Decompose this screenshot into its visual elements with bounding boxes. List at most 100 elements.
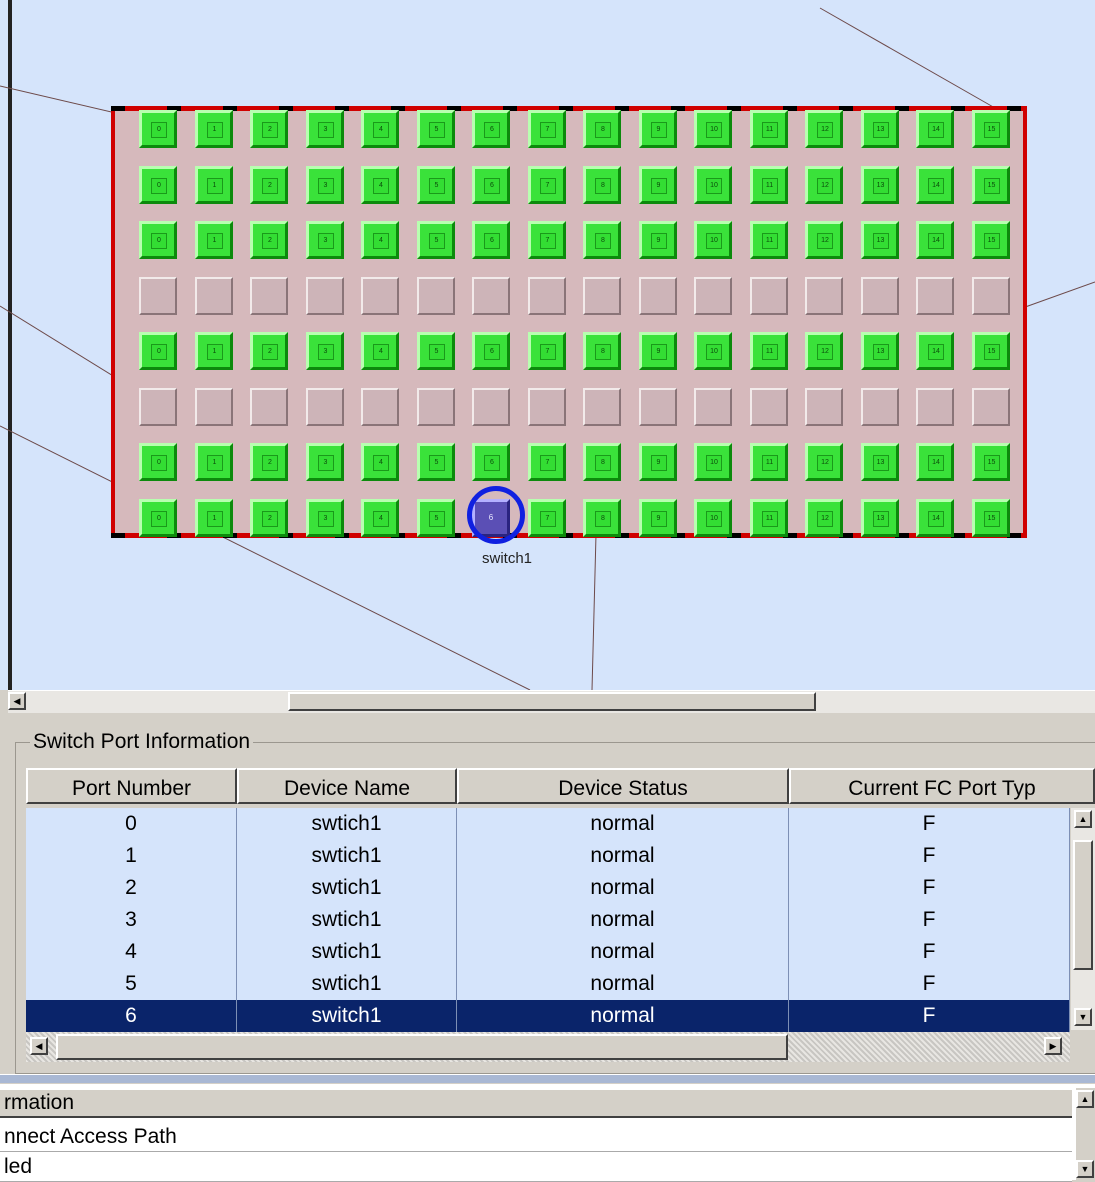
switch-port[interactable]: 5 [416,110,455,148]
switch-port[interactable]: 9 [638,110,677,148]
switch-port[interactable]: 2 [250,332,288,370]
empty-port-slot[interactable] [139,276,177,315]
switch-port[interactable]: 1 [194,332,233,370]
switch-port[interactable]: 12 [805,165,843,204]
switch-port[interactable]: 4 [361,332,399,370]
switch-port[interactable]: 13 [860,165,899,204]
switch-port[interactable]: 9 [638,443,677,481]
switch-port[interactable]: 7 [527,165,566,204]
switch-port[interactable]: 9 [638,498,677,537]
empty-port-slot[interactable] [472,276,510,315]
switch-port[interactable]: 15 [971,443,1010,481]
empty-port-slot[interactable] [472,387,510,426]
info-row[interactable]: nnect Access Path [0,1122,1072,1152]
switch-port[interactable]: 13 [860,221,899,259]
switch-port[interactable]: 9 [638,221,677,259]
empty-port-slot[interactable] [250,387,288,426]
table-horizontal-scrollbar[interactable]: ◀ ▶ [26,1032,1070,1062]
switch-port[interactable]: 8 [583,332,621,370]
empty-port-slot[interactable] [971,387,1010,426]
switch-port[interactable]: 14 [916,165,954,204]
canvas-horizontal-scrollbar[interactable]: ◀ [8,690,1095,713]
switch-port[interactable]: 7 [527,221,566,259]
switch-port[interactable]: 5 [416,221,455,259]
switch-port[interactable]: 15 [971,110,1010,148]
switch-port[interactable]: 2 [250,221,288,259]
table-row[interactable]: 5 swtich1 normal F [26,968,1070,1001]
table-row[interactable]: 4 swtich1 normal F [26,936,1070,969]
empty-port-slot[interactable] [916,387,954,426]
switch-port[interactable]: 9 [638,165,677,204]
switch-port[interactable]: 5 [416,498,455,537]
empty-port-slot[interactable] [583,387,621,426]
scroll-left-icon[interactable]: ◀ [8,692,26,710]
switch-port[interactable]: 11 [749,498,788,537]
switch-port[interactable]: 11 [749,165,788,204]
empty-port-slot[interactable] [305,387,344,426]
scroll-up-icon[interactable]: ▲ [1074,810,1092,828]
switch-port[interactable]: 14 [916,498,954,537]
canvas-scroll-thumb[interactable] [288,692,816,711]
empty-port-slot[interactable] [527,276,566,315]
switch-port[interactable]: 8 [583,443,621,481]
switch-port[interactable]: 4 [361,498,399,537]
switch-port[interactable]: 1 [194,165,233,204]
table-row[interactable]: 6 switch1 normal F [26,1000,1070,1033]
switch-port[interactable]: 0 [139,165,177,204]
switch-port[interactable]: 12 [805,498,843,537]
switch-port[interactable]: 2 [250,443,288,481]
empty-port-slot[interactable] [694,387,732,426]
info-vertical-scrollbar[interactable]: ▲ ▼ [1076,1088,1095,1180]
switch-port[interactable]: 10 [694,332,732,370]
table-row[interactable]: 2 swtich1 normal F [26,872,1070,905]
switch-port[interactable]: 4 [361,221,399,259]
switch-port[interactable]: 15 [971,221,1010,259]
switch-port[interactable]: 0 [139,332,177,370]
switch-port[interactable]: 10 [694,165,732,204]
switch-port[interactable]: 14 [916,221,954,259]
switch-port[interactable]: 6 [472,443,510,481]
empty-port-slot[interactable] [805,387,843,426]
switch-port[interactable]: 13 [860,110,899,148]
info-row[interactable]: led [0,1152,1072,1182]
empty-port-slot[interactable] [416,387,455,426]
empty-port-slot[interactable] [583,276,621,315]
switch-port[interactable]: 10 [694,110,732,148]
empty-port-slot[interactable] [305,276,344,315]
switch-port[interactable]: 0 [139,221,177,259]
empty-port-slot[interactable] [638,276,677,315]
switch-port[interactable]: 7 [527,498,566,537]
scroll-down-icon[interactable]: ▼ [1074,1008,1092,1026]
switch-port[interactable]: 15 [971,332,1010,370]
column-header-device-name[interactable]: Device Name [237,768,457,804]
table-scroll-left-icon[interactable]: ◀ [30,1037,48,1055]
switch-port[interactable]: 5 [416,332,455,370]
switch-port[interactable]: 6 [472,110,510,148]
switch-port[interactable]: 14 [916,443,954,481]
switch-port[interactable]: 8 [583,221,621,259]
switch-port[interactable]: 11 [749,110,788,148]
switch-port[interactable]: 10 [694,221,732,259]
switch-port[interactable]: 0 [139,443,177,481]
table-scroll-right-icon[interactable]: ▶ [1044,1037,1062,1055]
empty-port-slot[interactable] [916,276,954,315]
switch-port[interactable]: 2 [250,498,288,537]
table-vscroll-thumb[interactable] [1073,840,1093,970]
info-scroll-down-icon[interactable]: ▼ [1076,1160,1094,1178]
switch-port[interactable]: 15 [971,498,1010,537]
switch-port[interactable]: 3 [305,443,344,481]
empty-port-slot[interactable] [194,276,233,315]
switch-port[interactable]: 13 [860,443,899,481]
switch-port[interactable]: 3 [305,110,344,148]
switch-port[interactable]: 3 [305,498,344,537]
switch-port[interactable]: 15 [971,165,1010,204]
empty-port-slot[interactable] [860,276,899,315]
info-scroll-up-icon[interactable]: ▲ [1076,1090,1094,1108]
switch-port[interactable]: 3 [305,221,344,259]
switch-port[interactable]: 1 [194,443,233,481]
switch-port[interactable]: 4 [361,165,399,204]
switch-port[interactable]: 7 [527,110,566,148]
switch-port[interactable]: 12 [805,110,843,148]
panel-splitter[interactable] [0,1074,1095,1083]
empty-port-slot[interactable] [527,387,566,426]
